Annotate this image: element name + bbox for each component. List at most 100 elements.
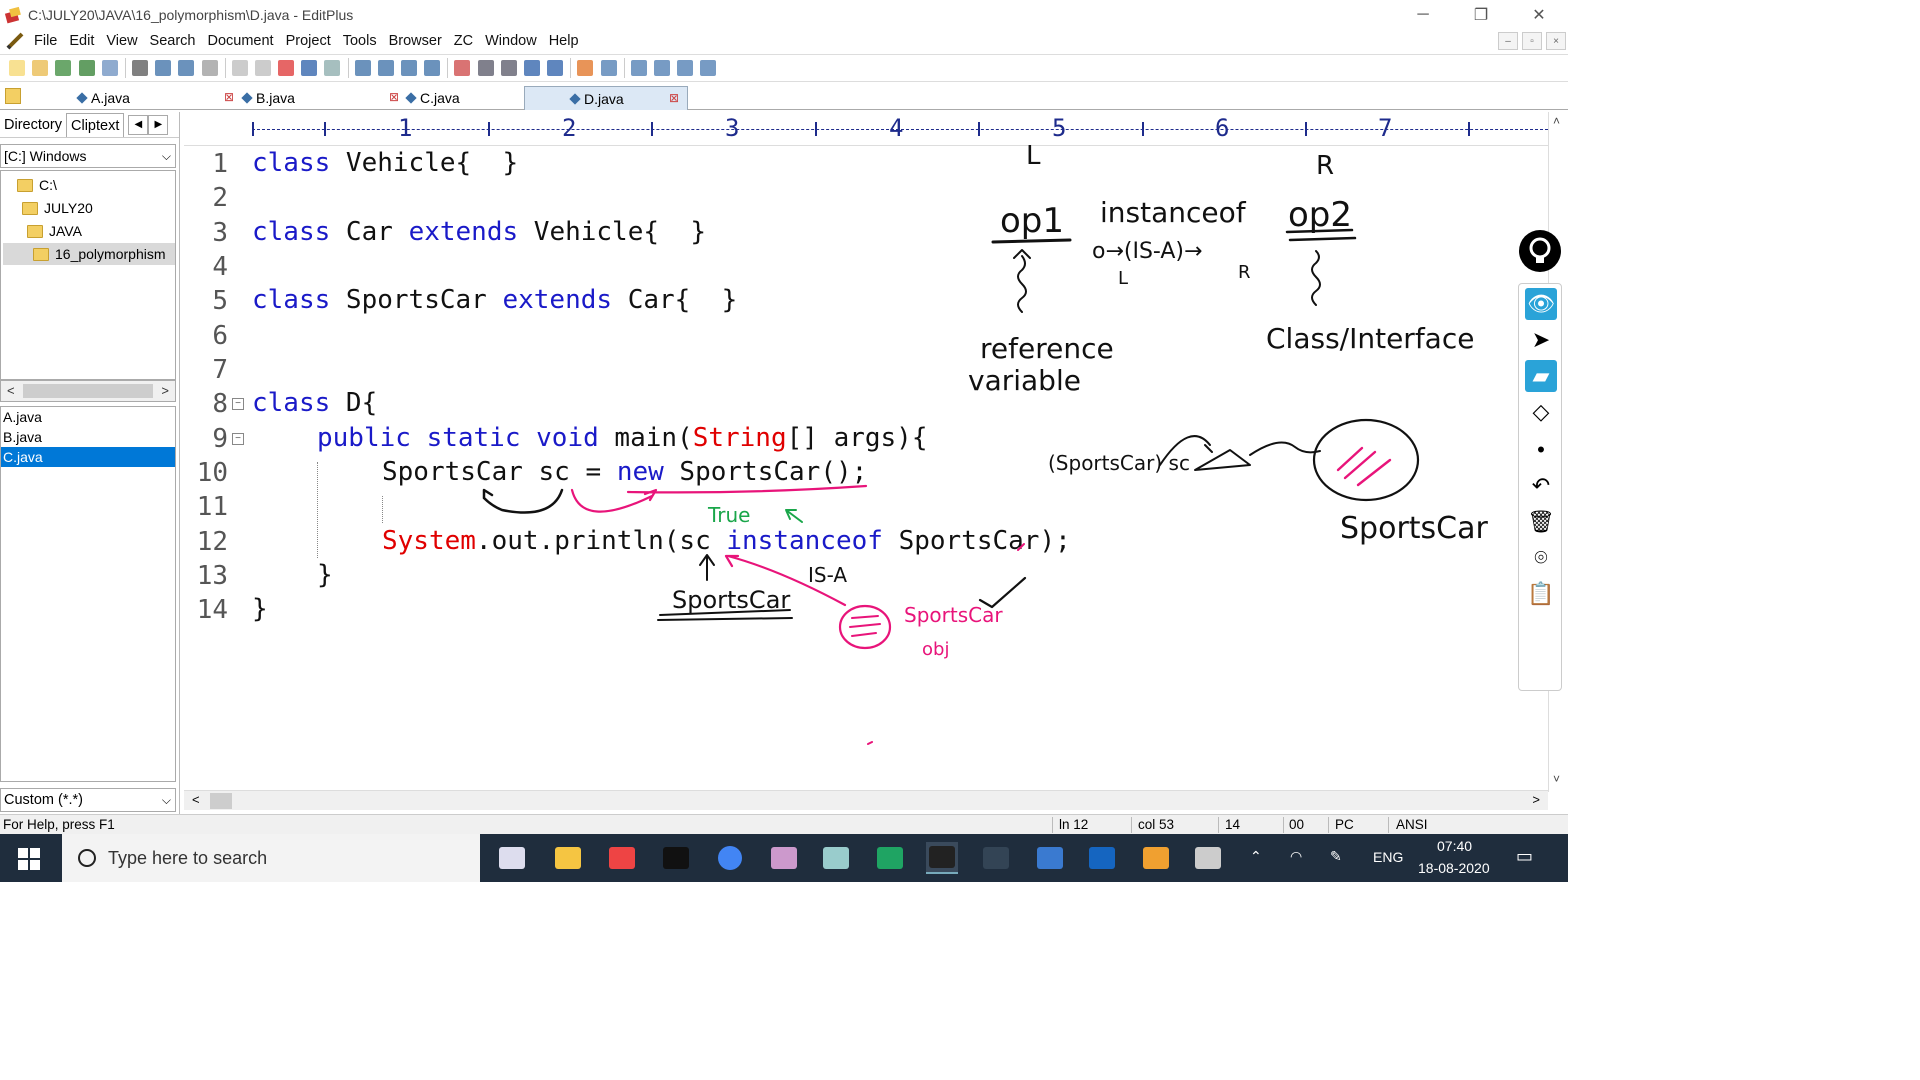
save-all-icon[interactable] [76, 57, 98, 79]
camera-icon[interactable]: ⌾ [1525, 542, 1557, 574]
chevron-left-icon[interactable]: ◀ [128, 114, 149, 135]
line-number-icon[interactable] [521, 57, 543, 79]
notepad-icon[interactable] [820, 842, 852, 874]
clock-date[interactable]: 18-08-2020 [1418, 860, 1490, 876]
clock-time[interactable]: 07:40 [1437, 838, 1472, 854]
split-icon[interactable] [628, 57, 650, 79]
menu-view[interactable]: View [100, 33, 143, 49]
menu-edit[interactable]: Edit [63, 33, 100, 49]
lightbulb-icon[interactable] [1519, 230, 1561, 272]
language-indicator[interactable]: ENG [1373, 849, 1403, 865]
monitor-icon[interactable] [1192, 842, 1224, 874]
menu-help[interactable]: Help [543, 33, 585, 49]
tab-a-java[interactable]: A.java ⊠ [76, 86, 242, 110]
doc-minimize-button[interactable]: – [1498, 32, 1518, 50]
maximize-button[interactable]: ❐ [1452, 0, 1510, 29]
chevron-up-icon[interactable]: ⌃ [1250, 848, 1262, 865]
chevron-right-icon[interactable]: ▶ [148, 114, 169, 135]
tree-node-16-polymorphism[interactable]: 16_polymorphism [3, 243, 175, 265]
tab-d-java[interactable]: D.java ⊠ [524, 86, 688, 110]
goto-icon[interactable] [421, 57, 443, 79]
undo-icon[interactable] [298, 57, 320, 79]
whiteboard-icon[interactable] [1086, 842, 1118, 874]
font-icon[interactable] [451, 57, 473, 79]
print-preview-icon[interactable] [99, 57, 121, 79]
new-file-icon[interactable] [6, 57, 28, 79]
spellcheck-icon[interactable] [152, 57, 174, 79]
redo-icon[interactable] [321, 57, 343, 79]
minimize-button[interactable]: ─ [1394, 0, 1452, 29]
cursor-icon[interactable]: ➤ [1525, 324, 1557, 356]
pen-tool-icon[interactable] [768, 842, 800, 874]
close-button[interactable]: ✕ [1510, 0, 1568, 29]
sync-icon[interactable] [175, 57, 197, 79]
file-filter-select[interactable]: Custom (*.*) ⌵ [0, 788, 176, 812]
scroll-right-icon[interactable]: > [1532, 792, 1540, 807]
code-editor[interactable]: 1 2 3 4 5 6 7 8 9 10 11 12 13 14 − − cla… [184, 146, 1548, 790]
tree-node-july20[interactable]: JULY20 [22, 197, 93, 219]
open-icon[interactable] [29, 57, 51, 79]
copy-icon[interactable] [229, 57, 251, 79]
chrome-icon[interactable] [714, 842, 746, 874]
menu-zc[interactable]: ZC [448, 33, 479, 49]
windows-start-icon[interactable] [18, 848, 40, 870]
color-palette-icon[interactable] [1525, 616, 1557, 682]
check-icon[interactable] [574, 57, 596, 79]
tab-close-icon[interactable]: ⊠ [224, 91, 236, 103]
file-item-a-java[interactable]: A.java [1, 407, 175, 427]
mysql-icon[interactable] [980, 842, 1012, 874]
menu-file[interactable]: File [28, 33, 63, 49]
eraser-icon[interactable]: ◇ [1525, 396, 1557, 428]
scroll-left-icon[interactable]: < [7, 383, 15, 398]
epic-pen-icon[interactable] [926, 842, 958, 874]
editor-horizontal-scrollbar[interactable]: < > [184, 790, 1548, 810]
hex-icon[interactable] [475, 57, 497, 79]
menu-browser[interactable]: Browser [383, 33, 448, 49]
eye-icon[interactable]: 👁 [1525, 288, 1557, 320]
replace-icon[interactable] [375, 57, 397, 79]
cut-icon[interactable] [199, 57, 221, 79]
terminal-icon[interactable] [660, 842, 692, 874]
tab-close-icon[interactable]: ⊠ [669, 92, 681, 104]
trash-icon[interactable]: 🗑 [1525, 506, 1557, 538]
fullscreen-icon[interactable] [674, 57, 696, 79]
scroll-left-icon[interactable]: < [192, 792, 200, 807]
file-explorer-icon[interactable] [552, 842, 584, 874]
doc-close-button[interactable]: × [1546, 32, 1566, 50]
tab-b-java[interactable]: B.java ⊠ [241, 86, 407, 110]
google-drive-icon[interactable] [874, 842, 906, 874]
editplus-icon[interactable] [606, 842, 638, 874]
scroll-thumb[interactable] [210, 793, 232, 809]
fold-toggle-icon[interactable]: − [232, 433, 244, 445]
scroll-down-icon[interactable]: ˅ [1553, 772, 1560, 786]
help-icon[interactable] [697, 57, 719, 79]
delete-icon[interactable] [275, 57, 297, 79]
preview-icon[interactable] [651, 57, 673, 79]
scroll-thumb[interactable] [23, 384, 153, 398]
browser-icon[interactable] [598, 57, 620, 79]
scroll-up-icon[interactable]: ˄ [1553, 114, 1560, 128]
task-view-icon[interactable] [496, 842, 528, 874]
tree-horizontal-scrollbar[interactable]: < > [0, 380, 176, 402]
notification-icon[interactable]: ▭ [1516, 846, 1533, 867]
drive-select[interactable]: [C:] Windows ⌵ [0, 144, 176, 168]
tree-node-java[interactable]: JAVA [27, 220, 82, 242]
menu-search[interactable]: Search [144, 33, 202, 49]
tree-node-c[interactable]: C:\ [17, 174, 57, 196]
taskbar-search-box[interactable]: Type here to search [62, 834, 480, 882]
find-in-files-icon[interactable] [398, 57, 420, 79]
menu-project[interactable]: Project [280, 33, 337, 49]
menu-window[interactable]: Window [479, 33, 543, 49]
print-icon[interactable] [129, 57, 151, 79]
folder-icon[interactable] [5, 88, 21, 104]
save-icon[interactable] [52, 57, 74, 79]
file-item-b-java[interactable]: B.java [1, 427, 175, 447]
abcd-icon[interactable] [544, 57, 566, 79]
find-icon[interactable] [352, 57, 374, 79]
menu-document[interactable]: Document [202, 33, 280, 49]
tab-cliptext[interactable]: Cliptext [66, 112, 125, 137]
paste-icon[interactable] [252, 57, 274, 79]
highlighter-icon[interactable]: ▰ [1525, 360, 1557, 392]
undo-icon[interactable]: ↶ [1525, 470, 1557, 502]
fold-toggle-icon[interactable]: − [232, 398, 244, 410]
